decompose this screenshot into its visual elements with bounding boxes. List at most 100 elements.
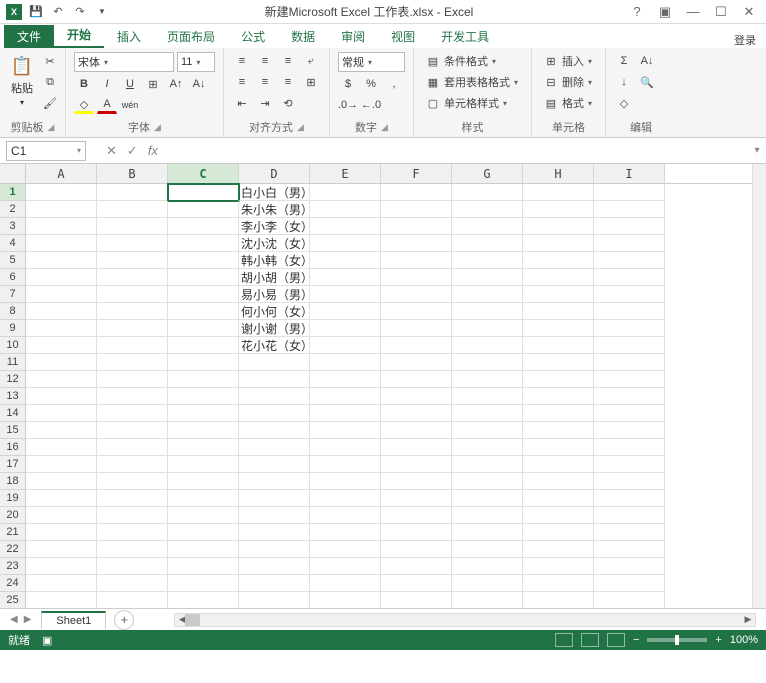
- cell[interactable]: [452, 439, 523, 456]
- cell[interactable]: [523, 456, 594, 473]
- cell[interactable]: [310, 490, 381, 507]
- cell[interactable]: [26, 558, 97, 575]
- cell[interactable]: [310, 218, 381, 235]
- cell[interactable]: [523, 490, 594, 507]
- tab-developer[interactable]: 开发工具: [428, 25, 502, 48]
- cancel-formula-icon[interactable]: ✕: [106, 143, 117, 159]
- cell[interactable]: [523, 320, 594, 337]
- undo-icon[interactable]: ↶: [50, 4, 66, 20]
- save-icon[interactable]: 💾: [28, 4, 44, 20]
- bold-button[interactable]: B: [74, 75, 94, 93]
- tab-formulas[interactable]: 公式: [228, 25, 278, 48]
- cell[interactable]: [97, 592, 168, 608]
- cell[interactable]: [594, 354, 665, 371]
- cell[interactable]: [523, 235, 594, 252]
- cell[interactable]: [594, 201, 665, 218]
- fx-icon[interactable]: fx: [148, 143, 158, 159]
- conditional-formatting-button[interactable]: ▤条件格式▾: [422, 52, 523, 70]
- cell[interactable]: [523, 388, 594, 405]
- cell[interactable]: [381, 456, 452, 473]
- cell[interactable]: [381, 388, 452, 405]
- cells-area[interactable]: 白小白（男）朱小朱（男）李小李（女）沈小沈（女）韩小韩（女）胡小胡（男）易小易（…: [26, 184, 752, 608]
- sort-filter-icon[interactable]: A↓: [637, 52, 657, 70]
- cell[interactable]: [168, 558, 239, 575]
- dialog-launcher-icon[interactable]: ◢: [154, 122, 161, 133]
- underline-button[interactable]: U: [120, 75, 140, 93]
- view-normal-icon[interactable]: [555, 633, 573, 647]
- wrap-text-icon[interactable]: ⤶: [301, 52, 321, 70]
- row-header[interactable]: 7: [0, 286, 25, 303]
- cell[interactable]: [239, 507, 310, 524]
- row-header[interactable]: 15: [0, 422, 25, 439]
- merge-cells-icon[interactable]: ⊞: [301, 73, 321, 91]
- select-all-corner[interactable]: [0, 164, 25, 184]
- cell[interactable]: [239, 473, 310, 490]
- format-painter-icon[interactable]: 🖌: [40, 94, 60, 112]
- cell[interactable]: [239, 524, 310, 541]
- cell[interactable]: [594, 422, 665, 439]
- cell[interactable]: [26, 541, 97, 558]
- cell[interactable]: [168, 184, 239, 201]
- cell[interactable]: [97, 354, 168, 371]
- cell[interactable]: [452, 337, 523, 354]
- cell[interactable]: 李小李（女）: [239, 218, 310, 235]
- cell[interactable]: [168, 473, 239, 490]
- maximize-icon[interactable]: ☐: [712, 3, 730, 21]
- cell[interactable]: [310, 184, 381, 201]
- close-icon[interactable]: ✕: [740, 3, 758, 21]
- cell[interactable]: [452, 388, 523, 405]
- decrease-decimal-icon[interactable]: ←.0: [361, 96, 381, 114]
- row-header[interactable]: 2: [0, 201, 25, 218]
- cell[interactable]: [26, 507, 97, 524]
- dialog-launcher-icon[interactable]: ◢: [381, 122, 388, 133]
- cell[interactable]: [168, 371, 239, 388]
- copy-icon[interactable]: ⧉: [40, 73, 60, 91]
- cell[interactable]: [26, 405, 97, 422]
- cell[interactable]: [452, 252, 523, 269]
- zoom-out-icon[interactable]: −: [633, 634, 639, 646]
- row-header[interactable]: 1: [0, 184, 25, 201]
- decrease-indent-icon[interactable]: ⇤: [232, 94, 252, 112]
- row-header[interactable]: 11: [0, 354, 25, 371]
- cell-styles-button[interactable]: ▢单元格样式▾: [422, 94, 523, 112]
- number-format-combo[interactable]: 常规▾: [338, 52, 405, 72]
- cell[interactable]: [523, 184, 594, 201]
- cell[interactable]: [26, 252, 97, 269]
- format-cells-button[interactable]: ▤格式▾: [540, 94, 597, 112]
- cell[interactable]: [239, 575, 310, 592]
- row-header[interactable]: 9: [0, 320, 25, 337]
- cell[interactable]: [168, 303, 239, 320]
- cell[interactable]: [310, 201, 381, 218]
- cell[interactable]: [26, 269, 97, 286]
- italic-button[interactable]: I: [97, 75, 117, 93]
- cell[interactable]: 朱小朱（男）: [239, 201, 310, 218]
- cell[interactable]: [239, 456, 310, 473]
- cell[interactable]: [594, 218, 665, 235]
- row-header[interactable]: 13: [0, 388, 25, 405]
- row-header[interactable]: 24: [0, 575, 25, 592]
- cell[interactable]: [310, 473, 381, 490]
- cell[interactable]: [452, 286, 523, 303]
- cell[interactable]: [523, 371, 594, 388]
- cell[interactable]: [381, 558, 452, 575]
- column-header[interactable]: H: [523, 164, 594, 183]
- cell[interactable]: [381, 575, 452, 592]
- cell[interactable]: [452, 269, 523, 286]
- cell[interactable]: [26, 575, 97, 592]
- cell[interactable]: [97, 456, 168, 473]
- cell[interactable]: [310, 456, 381, 473]
- increase-decimal-icon[interactable]: .0→: [338, 96, 358, 114]
- align-bottom-icon[interactable]: ≡: [278, 52, 298, 70]
- row-header[interactable]: 19: [0, 490, 25, 507]
- cell[interactable]: 胡小胡（男）: [239, 269, 310, 286]
- cell[interactable]: [97, 490, 168, 507]
- cell[interactable]: [452, 371, 523, 388]
- cell[interactable]: [168, 269, 239, 286]
- cell[interactable]: [594, 524, 665, 541]
- border-button[interactable]: ⊞: [143, 75, 163, 93]
- cell[interactable]: [523, 439, 594, 456]
- formula-input[interactable]: [166, 141, 748, 161]
- cell[interactable]: [97, 337, 168, 354]
- cell[interactable]: [26, 320, 97, 337]
- cell[interactable]: [26, 371, 97, 388]
